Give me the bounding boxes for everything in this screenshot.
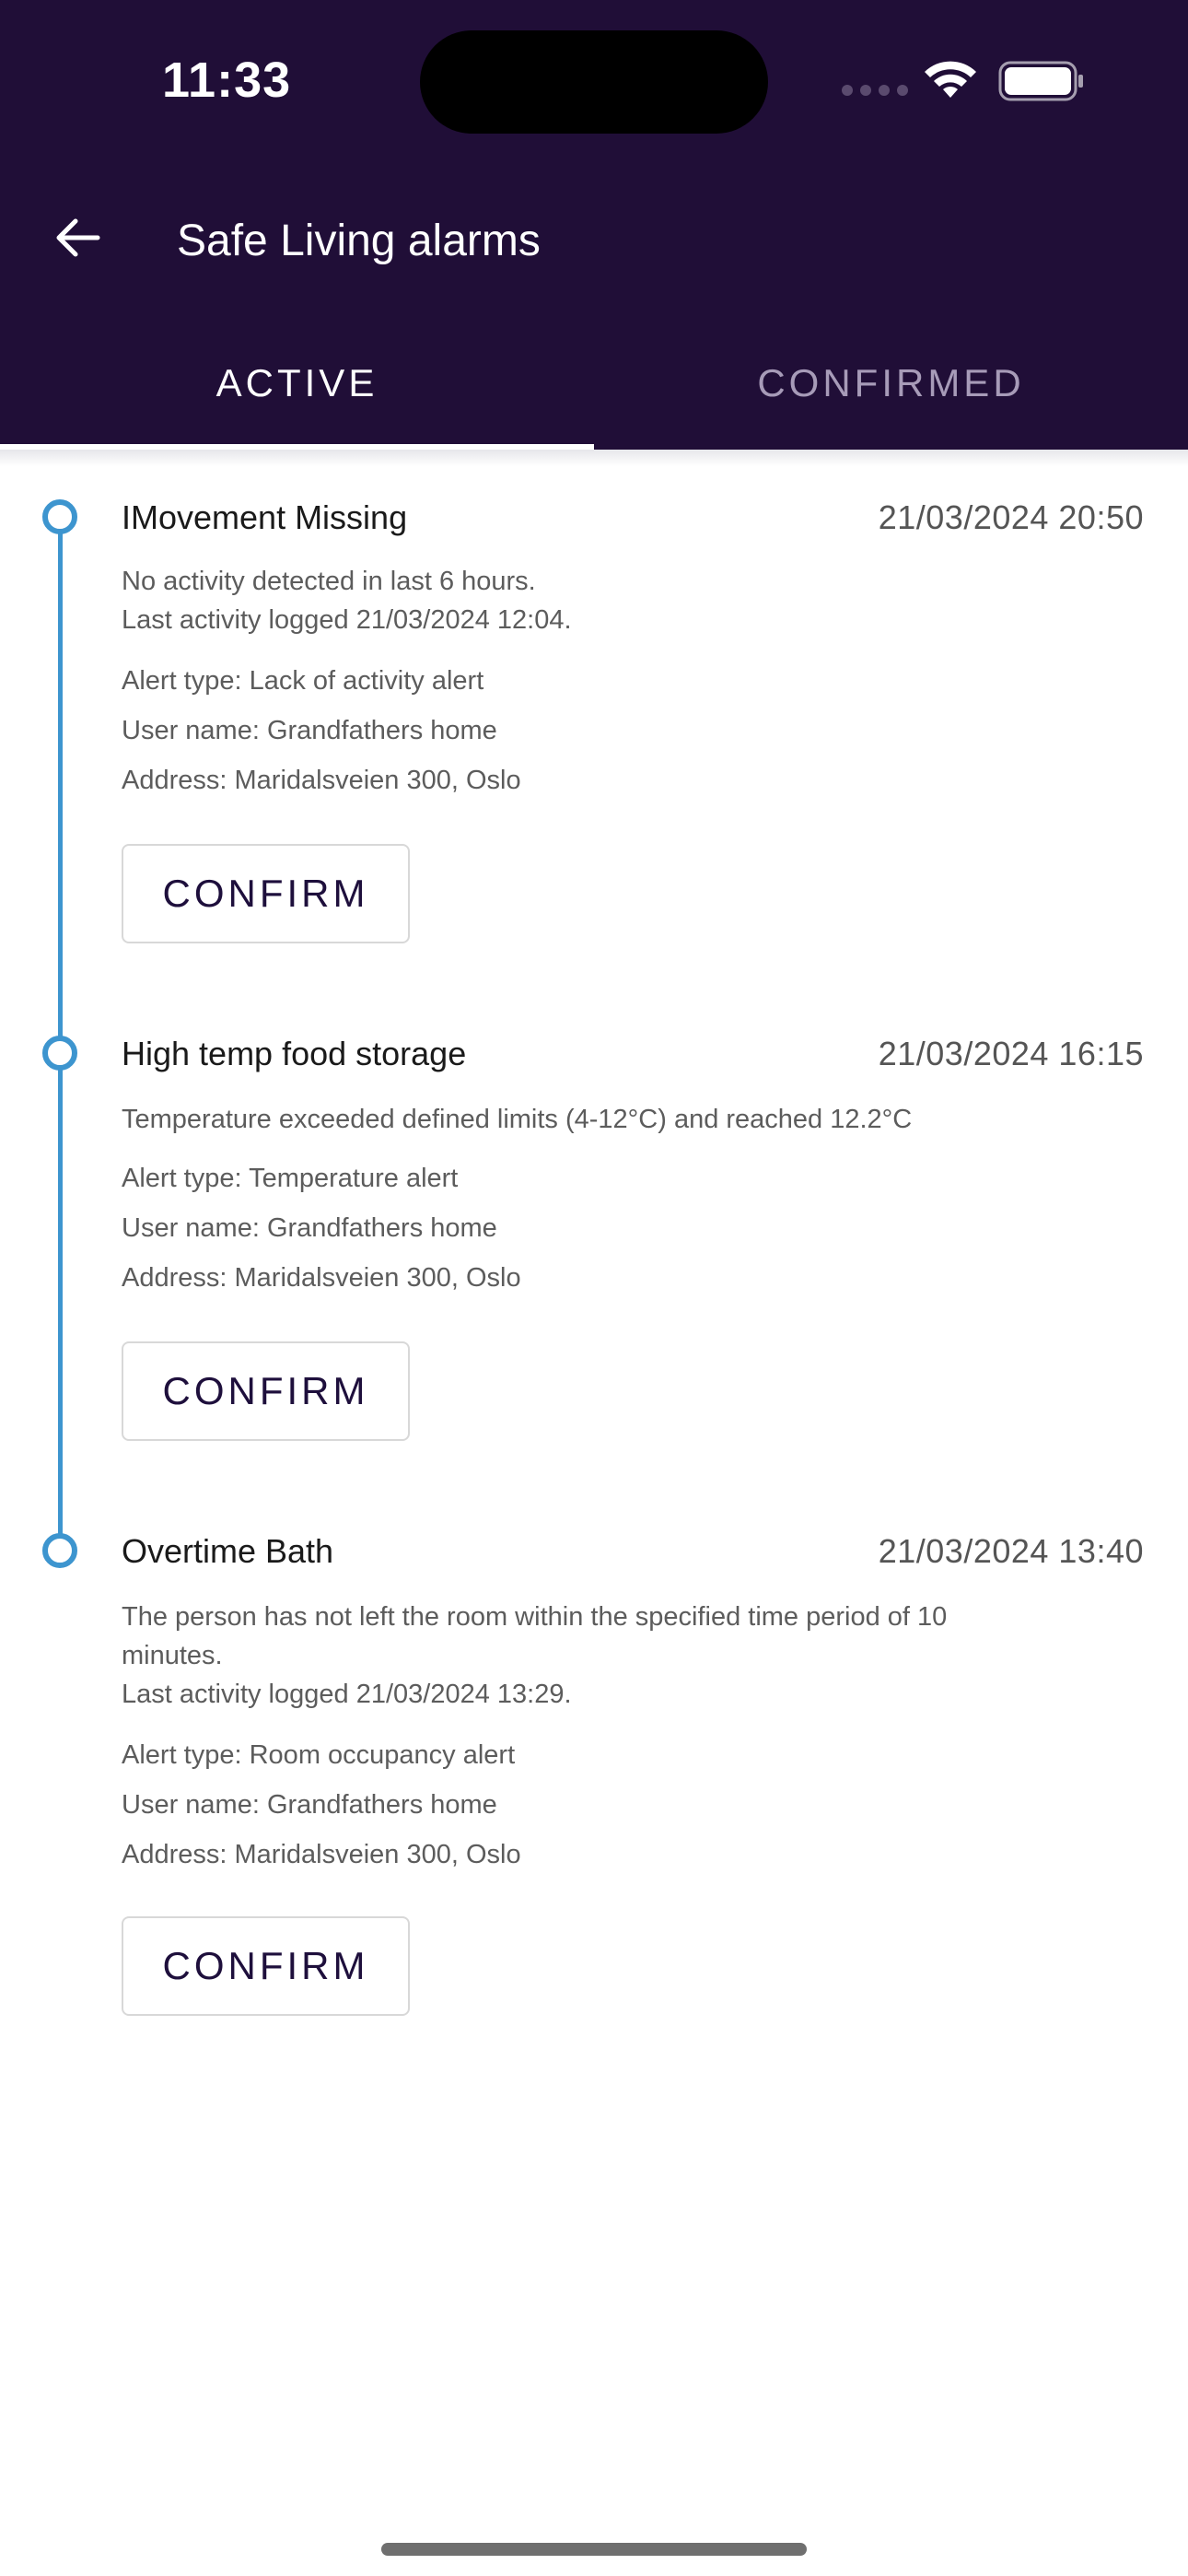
tab-active[interactable]: ACTIVE — [0, 354, 594, 413]
timeline-dot — [42, 499, 77, 534]
dynamic-island — [420, 30, 768, 134]
alarm-user-name: User name: Grandfathers home — [122, 1790, 497, 1820]
confirm-button[interactable]: CONFIRM — [122, 844, 410, 943]
alarm-title: IMovement Missing — [122, 498, 408, 536]
alarm-address: Address: Maridalsveien 300, Oslo — [122, 1840, 521, 1869]
alarm-description: minutes. — [122, 1641, 223, 1670]
home-indicator[interactable] — [381, 2543, 807, 2556]
alarm-description: Temperature exceeded defined limits (4-1… — [122, 1105, 913, 1134]
alarm-description: No activity detected in last 6 hours. — [122, 567, 536, 596]
alarm-type: Alert type: Lack of activity alert — [122, 666, 484, 696]
alarm-address: Address: Maridalsveien 300, Oslo — [122, 1263, 521, 1293]
cellular-signal-icon — [842, 85, 908, 96]
alarm-description: The person has not left the room within … — [122, 1602, 948, 1632]
page-title: Safe Living alarms — [177, 217, 541, 265]
confirm-button[interactable]: CONFIRM — [122, 1341, 410, 1441]
alarm-description: Last activity logged 21/03/2024 12:04. — [122, 605, 572, 635]
timeline-dot — [42, 1533, 77, 1568]
status-time: 11:33 — [162, 53, 292, 108]
timeline-dot — [42, 1036, 77, 1071]
alarm-address: Address: Maridalsveien 300, Oslo — [122, 766, 521, 795]
alarm-user-name: User name: Grandfathers home — [122, 1213, 497, 1243]
alarm-type: Alert type: Room occupancy alert — [122, 1740, 516, 1770]
alarm-type: Alert type: Temperature alert — [122, 1164, 459, 1193]
header-shadow — [0, 450, 1188, 466]
alarm-user-name: User name: Grandfathers home — [122, 716, 497, 745]
back-arrow-icon[interactable] — [50, 210, 105, 265]
wifi-icon — [925, 61, 976, 98]
alarm-title: High temp food storage — [122, 1035, 467, 1072]
confirm-button[interactable]: CONFIRM — [122, 1916, 410, 2016]
alarm-timestamp: 21/03/2024 13:40 — [878, 1532, 1144, 1570]
alarm-description: Last activity logged 21/03/2024 13:29. — [122, 1680, 572, 1709]
alarm-timestamp: 21/03/2024 20:50 — [878, 498, 1144, 536]
alarm-timestamp: 21/03/2024 16:15 — [878, 1035, 1144, 1072]
alarm-title: Overtime Bath — [122, 1532, 334, 1570]
app-bar: 11:33 Safe Living alarms ACTIVE CONFIRME… — [0, 0, 1188, 450]
battery-icon — [998, 61, 1083, 101]
timeline-line — [58, 518, 63, 1550]
tab-confirmed[interactable]: CONFIRMED — [594, 354, 1188, 413]
